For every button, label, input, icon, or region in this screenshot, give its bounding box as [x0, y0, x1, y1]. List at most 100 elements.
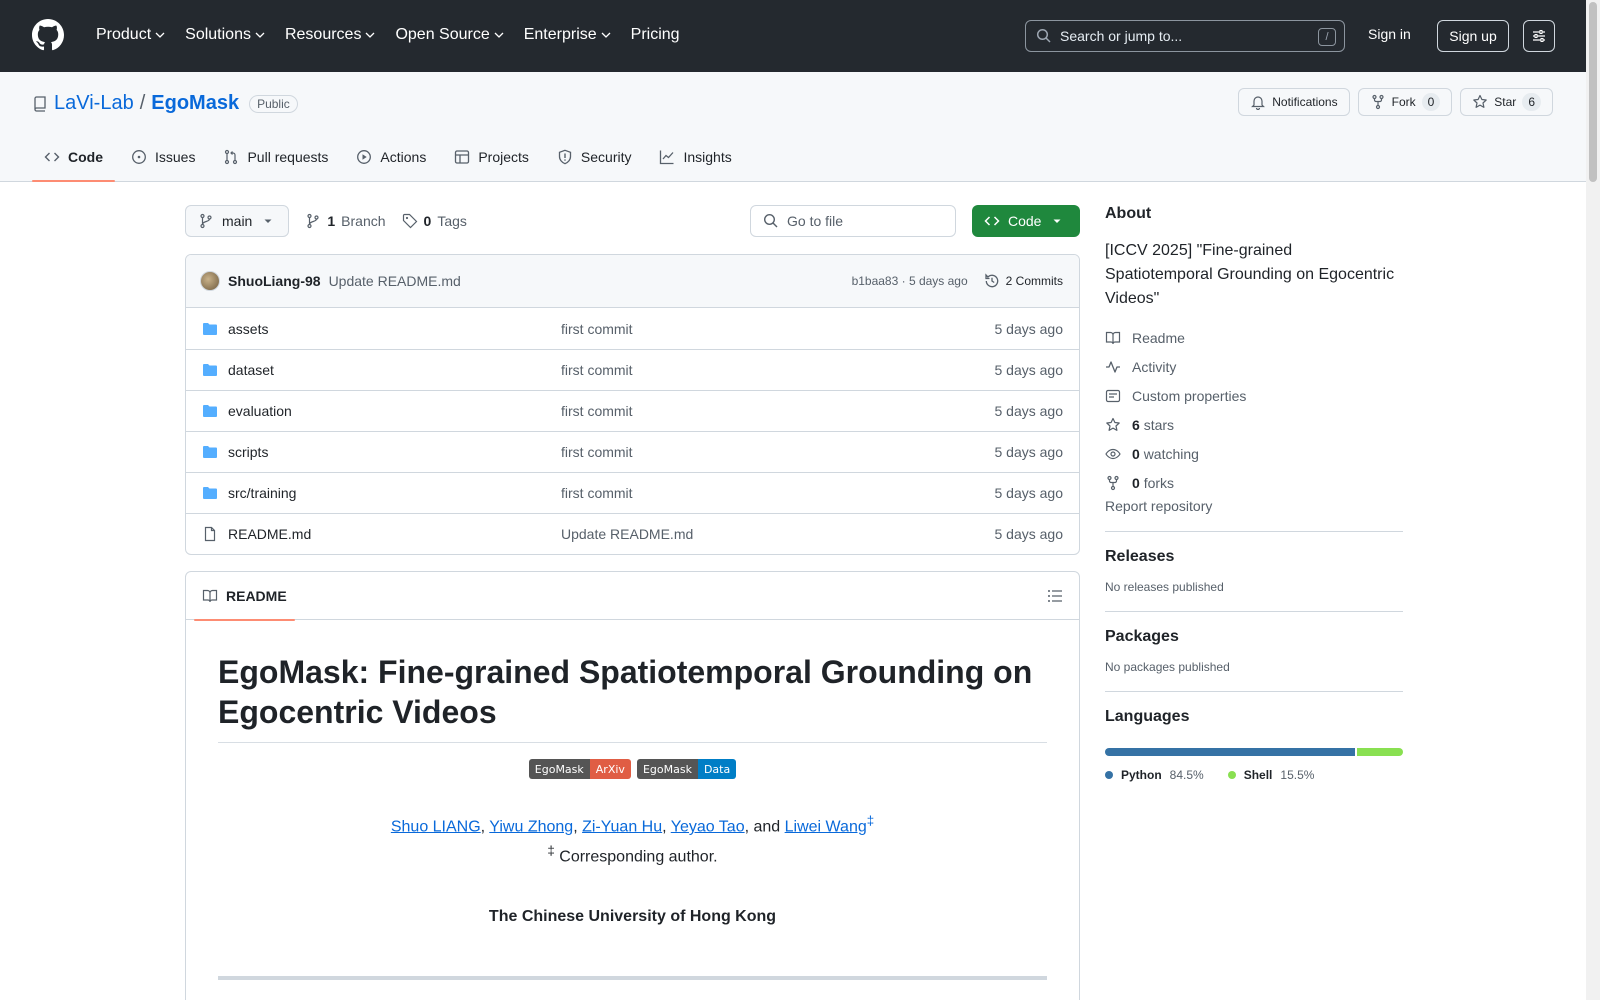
- file-commit-link[interactable]: Update README.md: [561, 526, 995, 542]
- file-name-link[interactable]: evaluation: [228, 403, 561, 419]
- tag-icon: [402, 213, 417, 229]
- commits-history-link[interactable]: 2 Commits: [984, 273, 1063, 289]
- avatar[interactable]: [200, 271, 220, 291]
- nav-solutions[interactable]: Solutions: [177, 22, 273, 48]
- sidebar: About [ICCV 2025] "Fine-grained Spatiote…: [1105, 205, 1403, 782]
- search-placeholder: Search or jump to...: [1060, 28, 1183, 44]
- notifications-button[interactable]: Notifications: [1238, 88, 1350, 116]
- readme-tab[interactable]: README: [194, 572, 295, 621]
- author-link[interactable]: Yiwu Zhong: [489, 818, 573, 835]
- nav-product-label: Product: [96, 26, 152, 43]
- activity-link[interactable]: Activity: [1105, 352, 1403, 381]
- tab-actions[interactable]: Actions: [344, 133, 438, 181]
- dagger-mark: ‡: [866, 813, 875, 828]
- language-item[interactable]: Python 84.5%: [1105, 768, 1204, 782]
- sign-in-link[interactable]: Sign in: [1368, 26, 1411, 42]
- custom-properties-label: Custom properties: [1132, 387, 1247, 404]
- watchers-link[interactable]: 0 watching: [1105, 439, 1403, 468]
- repo-name-link[interactable]: EgoMask: [151, 92, 239, 115]
- star-button[interactable]: Star 6: [1460, 88, 1553, 116]
- forks-link[interactable]: 0 forks: [1105, 468, 1403, 497]
- tab-projects[interactable]: Projects: [442, 133, 541, 181]
- tab-code-label: Code: [68, 149, 103, 165]
- star-icon: [1106, 417, 1120, 431]
- tab-insights[interactable]: Insights: [647, 133, 743, 181]
- file-commit-link[interactable]: first commit: [561, 444, 995, 460]
- fork-icon: [1372, 94, 1384, 110]
- nav-enterprise-label: Enterprise: [523, 26, 597, 43]
- scrollbar-thumb[interactable]: [1589, 2, 1597, 182]
- stars-label: stars: [1143, 416, 1175, 433]
- tags-link[interactable]: 0 Tags: [402, 213, 467, 229]
- file-time: 5 days ago: [994, 444, 1064, 460]
- file-name-link[interactable]: README.md: [228, 526, 561, 542]
- file-name-link[interactable]: scripts: [228, 444, 561, 460]
- tab-issues[interactable]: Issues: [119, 133, 207, 181]
- badge-link[interactable]: EgoMask ArXiv: [528, 759, 631, 779]
- sidebar-divider: [1105, 531, 1403, 532]
- readme-link[interactable]: Readme: [1105, 323, 1403, 352]
- caret-down-icon: [264, 219, 272, 223]
- file-name-link[interactable]: assets: [228, 321, 561, 337]
- table-row[interactable]: dataset first commit 5 days ago: [186, 349, 1079, 390]
- table-row[interactable]: assets first commit 5 days ago: [186, 308, 1079, 349]
- repo-owner-link[interactable]: LaVi-Lab: [54, 92, 134, 115]
- tab-pull-requests[interactable]: Pull requests: [211, 133, 340, 181]
- custom-properties-link[interactable]: Custom properties: [1105, 381, 1403, 410]
- repo-actions: Notifications Fork 0 Star 6: [1238, 88, 1553, 116]
- commit-message-link[interactable]: Update README.md: [329, 273, 461, 289]
- readme-divider: [218, 975, 1047, 980]
- file-name-link[interactable]: dataset: [228, 362, 561, 378]
- author-link[interactable]: Yeyao Tao: [671, 818, 745, 835]
- stars-link[interactable]: 6 stars: [1105, 410, 1403, 439]
- nav-pricing[interactable]: Pricing: [623, 22, 688, 48]
- tab-actions-label: Actions: [380, 149, 427, 165]
- menu-button[interactable]: [1523, 20, 1555, 52]
- commit-hash-time[interactable]: b1baa83 · 5 days ago: [852, 274, 968, 288]
- file-commit-link[interactable]: first commit: [561, 403, 995, 419]
- table-row[interactable]: evaluation first commit 5 days ago: [186, 390, 1079, 431]
- branch-name: main: [222, 213, 253, 229]
- author-separator: ,: [662, 818, 671, 836]
- badge-link[interactable]: EgoMask Data: [636, 759, 737, 779]
- table-row[interactable]: src/training first commit 5 days ago: [186, 472, 1079, 513]
- branches-link[interactable]: 1 Branch: [305, 213, 386, 229]
- tab-code[interactable]: Code: [32, 133, 115, 182]
- code-dropdown-button[interactable]: Code: [972, 205, 1080, 237]
- nav-enterprise[interactable]: Enterprise: [516, 22, 619, 48]
- file-commit-link[interactable]: first commit: [561, 321, 995, 337]
- language-legend: Python 84.5% Shell 15.5%: [1105, 768, 1403, 782]
- global-search-input[interactable]: Search or jump to... /: [1025, 20, 1345, 52]
- table-row[interactable]: scripts first commit 5 days ago: [186, 431, 1079, 472]
- github-logo-icon[interactable]: [32, 19, 64, 51]
- outline-button[interactable]: [1047, 588, 1063, 604]
- tab-security[interactable]: Security: [545, 133, 644, 181]
- report-repository-link[interactable]: Report repository: [1105, 498, 1403, 514]
- author-link[interactable]: Zi-Yuan Hu: [582, 818, 662, 835]
- branch-selector[interactable]: main: [185, 205, 290, 237]
- commit-author-link[interactable]: ShuoLiang-98: [228, 273, 321, 289]
- file-name-link[interactable]: src/training: [228, 485, 561, 501]
- table-row[interactable]: README.md Update README.md 5 days ago: [186, 513, 1079, 554]
- language-item[interactable]: Shell 15.5%: [1227, 768, 1314, 782]
- packages-title[interactable]: Packages: [1105, 628, 1403, 646]
- repo-tabs: Code Issues Pull requests Actions Projec…: [32, 133, 744, 182]
- author-separator: , and: [744, 818, 785, 836]
- author-link[interactable]: Shuo LIANG: [391, 818, 481, 835]
- tab-issues-label: Issues: [155, 149, 196, 165]
- author-separator: ,: [480, 818, 490, 836]
- tab-security-label: Security: [580, 149, 632, 165]
- file-commit-link[interactable]: first commit: [561, 485, 995, 501]
- page-scrollbar[interactable]: [1586, 0, 1600, 1000]
- file-commit-link[interactable]: first commit: [561, 362, 995, 378]
- visibility-badge: Public: [249, 94, 298, 113]
- fork-button[interactable]: Fork 0: [1357, 88, 1453, 116]
- nav-open-source[interactable]: Open Source: [387, 22, 511, 48]
- go-to-file-input[interactable]: Go to file: [750, 205, 956, 237]
- about-title: About: [1105, 205, 1152, 222]
- sign-up-button[interactable]: Sign up: [1437, 20, 1509, 52]
- author-link[interactable]: Liwei Wang: [785, 818, 867, 835]
- releases-title[interactable]: Releases: [1105, 548, 1403, 566]
- nav-resources[interactable]: Resources: [277, 22, 383, 48]
- nav-product[interactable]: Product: [88, 22, 173, 48]
